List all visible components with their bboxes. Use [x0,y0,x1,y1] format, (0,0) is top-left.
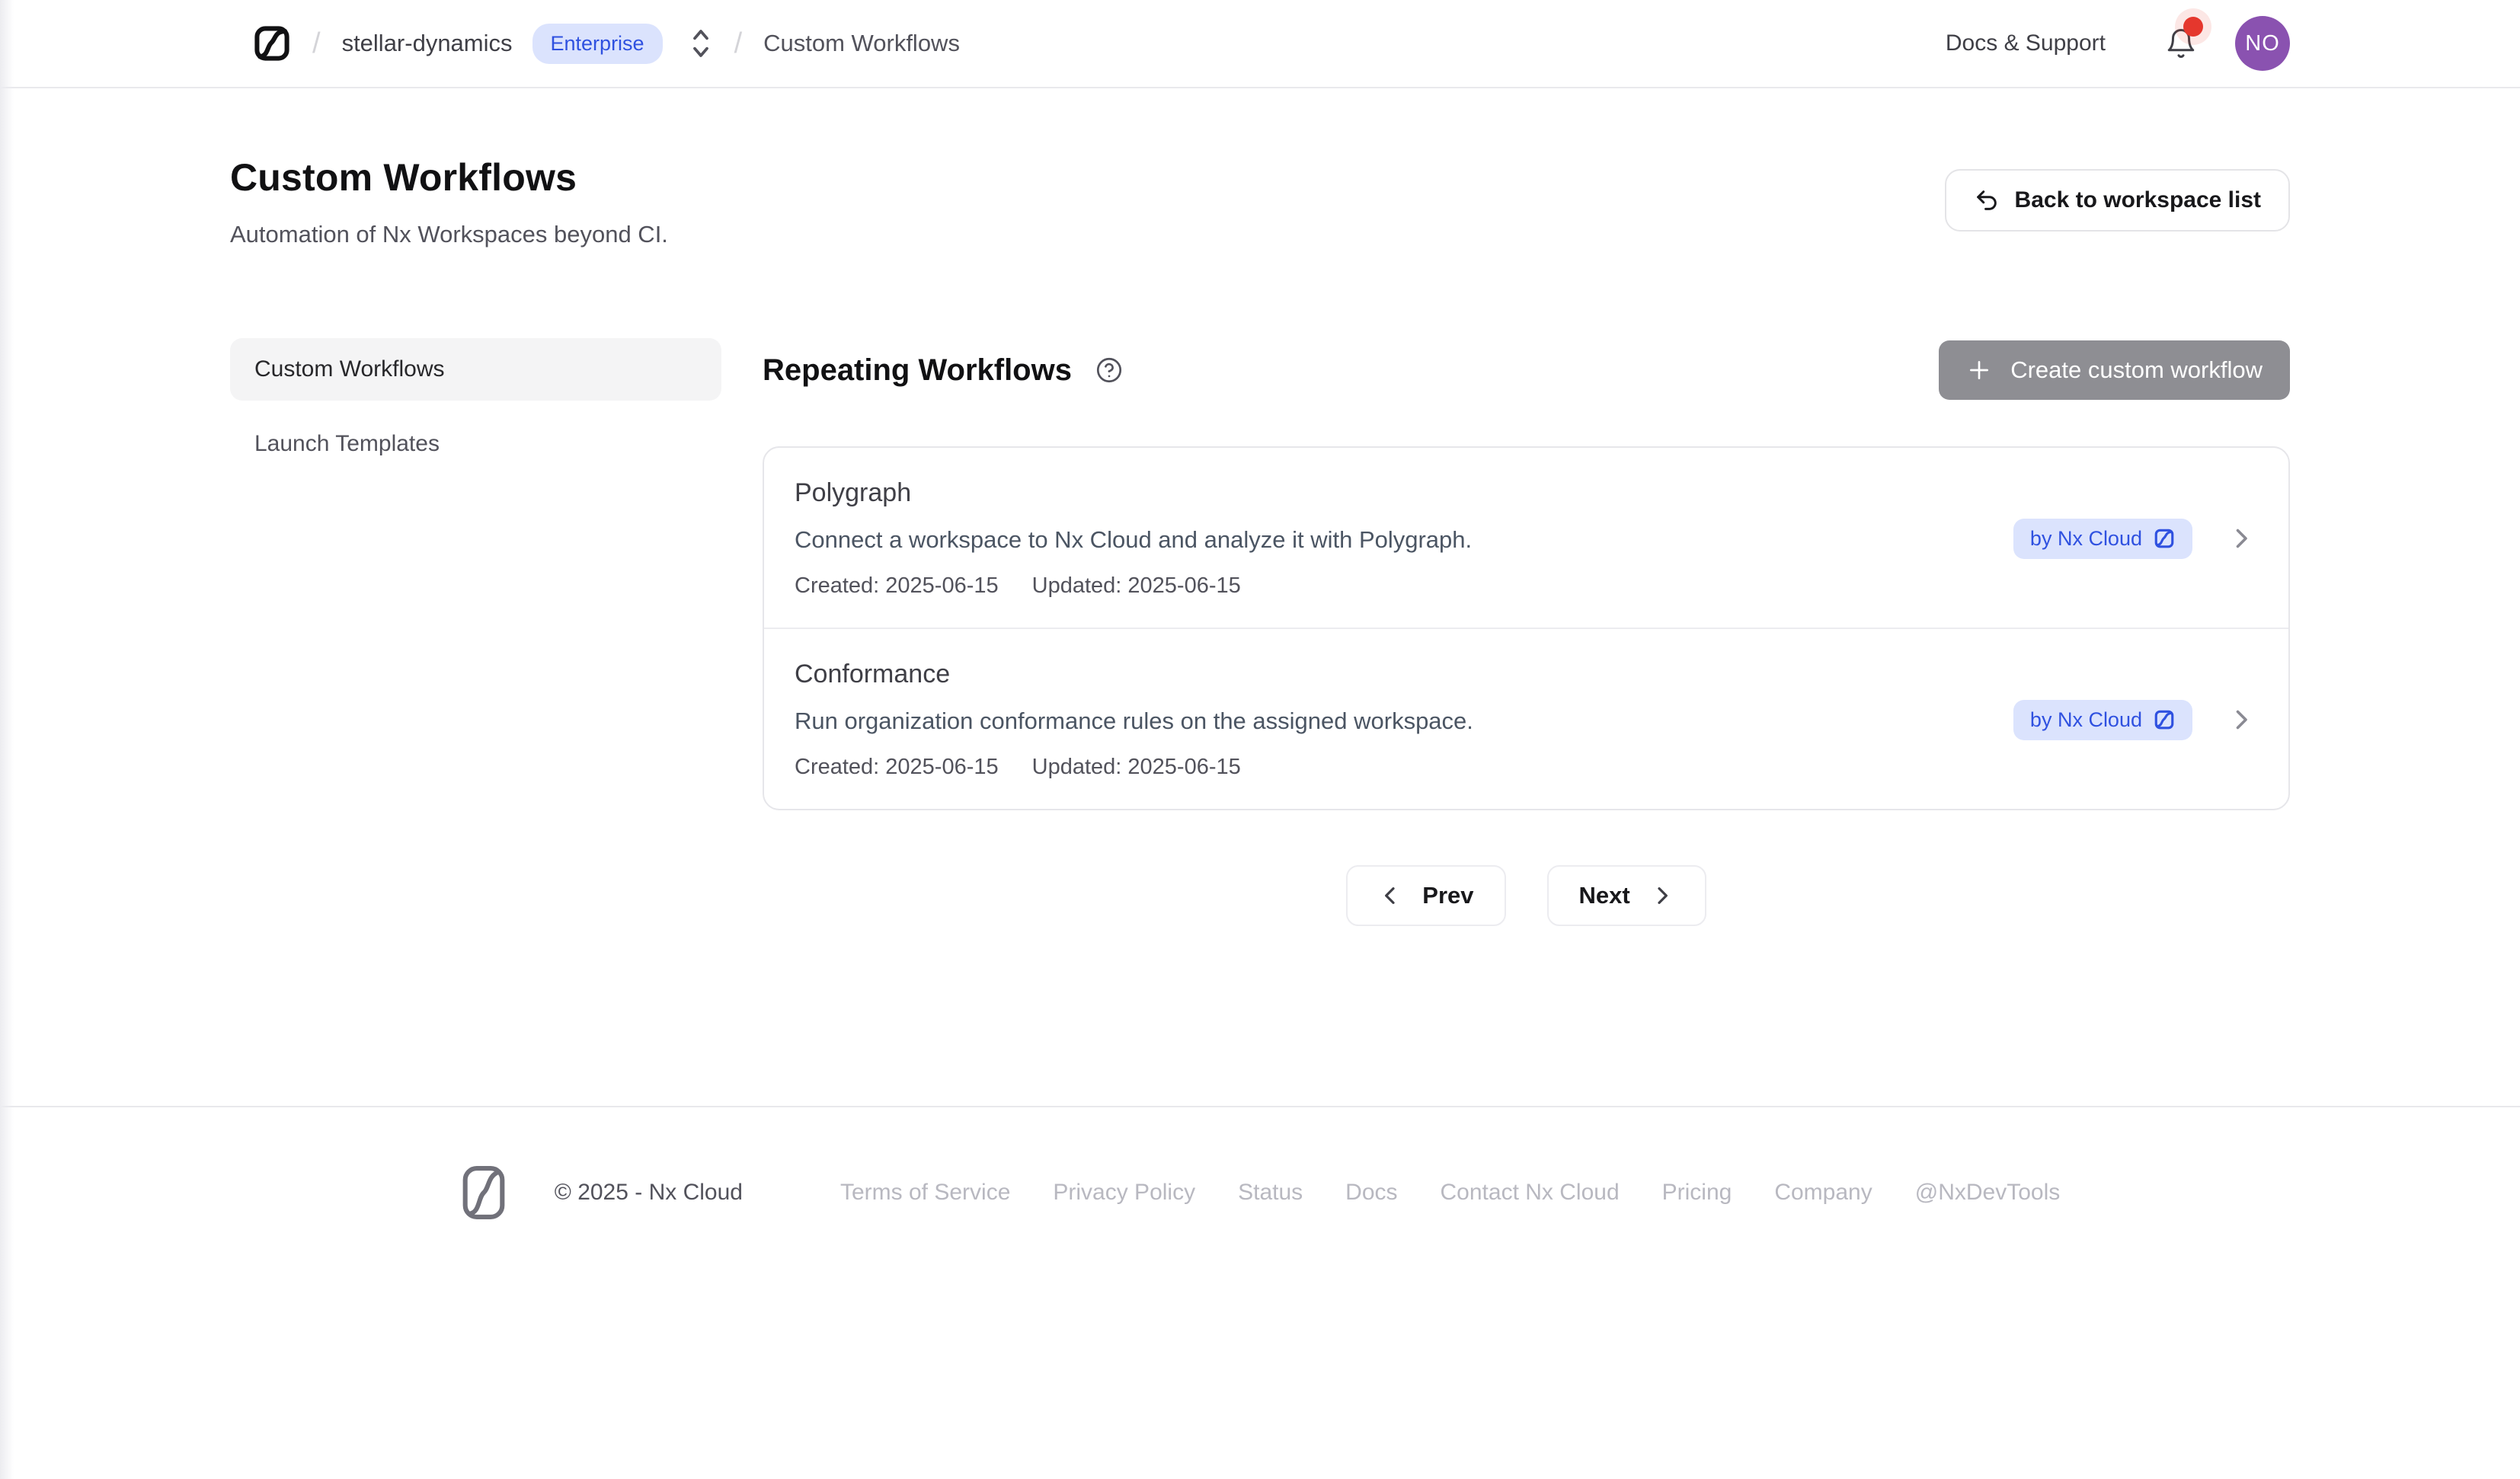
workflow-description: Run organization conformance rules on th… [795,708,1983,735]
footer-link-contact[interactable]: Contact Nx Cloud [1441,1180,1620,1206]
footer-link-privacy[interactable]: Privacy Policy [1053,1180,1195,1206]
create-custom-workflow-button[interactable]: Create custom workflow [1939,340,2290,400]
footer-link-status[interactable]: Status [1238,1180,1303,1206]
top-navigation-bar: / stellar-dynamics Enterprise / Custom W… [0,0,2520,88]
notification-dot [2183,17,2203,37]
next-page-button[interactable]: Next [1547,865,1706,926]
user-avatar[interactable]: NO [2235,16,2290,71]
workspace-switcher-chevrons-icon[interactable] [689,26,713,61]
footer-links: Terms of Service Privacy Policy Status D… [840,1180,2060,1206]
workflow-updated-date: Updated: 2025-06-15 [1032,573,1241,599]
prev-page-button[interactable]: Prev [1346,865,1505,926]
nx-cloud-badge-icon [2153,708,2176,731]
sidebar-item-custom-workflows[interactable]: Custom Workflows [230,338,721,401]
chevron-right-icon [2227,525,2255,552]
chevron-left-icon [1378,883,1402,908]
workflows-list: Polygraph Connect a workspace to Nx Clou… [763,446,2290,810]
notifications-bell-icon[interactable] [2165,27,2197,59]
repeating-workflows-section: Repeating Workflows [763,338,2290,926]
page-title: Custom Workflows [230,155,668,200]
footer-link-docs[interactable]: Docs [1345,1180,1397,1206]
undo-arrow-icon [1974,187,2000,213]
page-subtitle: Automation of Nx Workspaces beyond CI. [230,221,668,248]
docs-support-link[interactable]: Docs & Support [1946,30,2106,56]
prev-label: Prev [1422,882,1473,909]
workflow-created-date: Created: 2025-06-15 [795,755,999,780]
sidebar-item-launch-templates[interactable]: Launch Templates [230,413,721,475]
workflow-name: Conformance [795,660,1983,689]
plus-icon [1966,357,1992,383]
page-footer: © 2025 - Nx Cloud Terms of Service Priva… [0,1106,2520,1290]
workflow-description: Connect a workspace to Nx Cloud and anal… [795,526,1983,554]
footer-link-nxdevtools[interactable]: @NxDevTools [1915,1180,2061,1206]
by-nx-cloud-badge: by Nx Cloud [2013,519,2192,559]
nx-cloud-badge-icon [2153,527,2176,550]
badge-label: by Nx Cloud [2030,708,2142,732]
help-circle-icon[interactable] [1095,356,1124,385]
create-button-label: Create custom workflow [2010,356,2263,384]
breadcrumb-current-page: Custom Workflows [763,30,960,57]
nx-cloud-logo-icon[interactable] [253,24,291,62]
workflow-updated-date: Updated: 2025-06-15 [1032,755,1241,780]
pagination: Prev Next [763,865,2290,926]
page-header: Custom Workflows Automation of Nx Worksp… [230,88,2290,248]
copyright-text: © 2025 - Nx Cloud [555,1180,743,1206]
nx-cloud-footer-logo-icon [460,1164,507,1222]
breadcrumb-separator: / [312,27,321,60]
next-label: Next [1579,882,1630,909]
back-to-workspace-list-button[interactable]: Back to workspace list [1945,169,2290,232]
settings-side-nav: Custom Workflows Launch Templates [230,338,721,926]
footer-link-company[interactable]: Company [1774,1180,1872,1206]
workflow-row-conformance[interactable]: Conformance Run organization conformance… [764,628,2288,809]
chevron-right-icon [1650,883,1674,908]
by-nx-cloud-badge: by Nx Cloud [2013,700,2192,740]
footer-link-terms[interactable]: Terms of Service [840,1180,1010,1206]
plan-badge: Enterprise [532,24,663,64]
breadcrumb-separator: / [734,27,743,60]
chevron-right-icon [2227,706,2255,733]
section-title: Repeating Workflows [763,353,1072,388]
workflow-name: Polygraph [795,478,1983,508]
workflow-created-date: Created: 2025-06-15 [795,573,999,599]
footer-link-pricing[interactable]: Pricing [1662,1180,1732,1206]
back-button-label: Back to workspace list [2015,187,2261,213]
badge-label: by Nx Cloud [2030,527,2142,551]
workflow-row-polygraph[interactable]: Polygraph Connect a workspace to Nx Clou… [764,448,2288,628]
breadcrumb-workspace[interactable]: stellar-dynamics [342,30,513,57]
